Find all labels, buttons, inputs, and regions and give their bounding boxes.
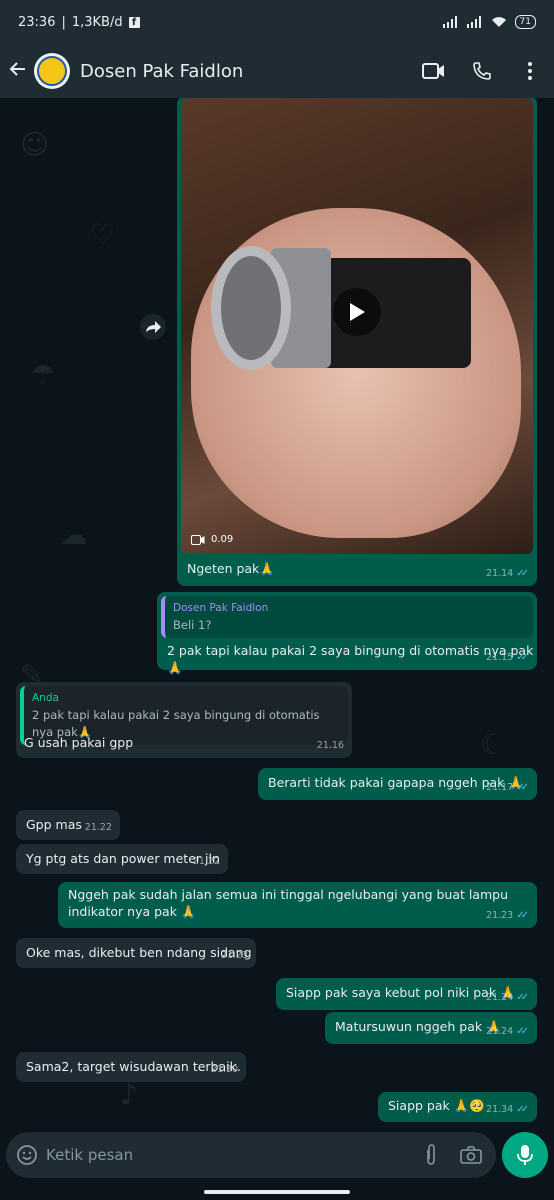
read-tick-icon: ✓✓: [516, 568, 529, 579]
forward-icon[interactable]: [140, 314, 166, 340]
message-time: 21.30: [210, 1064, 238, 1075]
facebook-icon: f: [128, 16, 140, 28]
message-input[interactable]: Ketik pesan: [6, 1132, 496, 1178]
message-time: 21.17: [486, 782, 514, 793]
message-text: Yg ptg ats dan power meter jln: [26, 851, 220, 866]
video-call-icon[interactable]: [410, 62, 458, 80]
message-time: 21.14: [486, 568, 514, 579]
message-bubble-outgoing[interactable]: Matursuwun nggeh pak 🙏 21.24 ✓✓: [325, 1012, 537, 1044]
mic-icon[interactable]: [502, 1132, 548, 1178]
signal-icon: [442, 16, 457, 28]
message-time: 21.22: [84, 822, 112, 833]
doodle-icon: ♡: [90, 218, 116, 251]
status-network-speed: 1,3KB/d: [71, 14, 123, 30]
home-indicator: [204, 1190, 350, 1194]
video-duration: 0.09: [211, 534, 234, 545]
message-bubble-incoming[interactable]: Sama2, target wisudawan terbaik. 21.30: [16, 1052, 246, 1082]
message-time: 21.22: [192, 856, 220, 867]
video-icon: [191, 534, 205, 545]
message-text: Nggeh pak sudah jalan semua ini tinggal …: [68, 887, 509, 919]
chat-area[interactable]: ☺ ♡ ☂ ☁ ✎ ☾ ✿ ♪ 0.09 Ngeten pak🙏 2: [0, 98, 554, 1132]
message-text: Matursuwun nggeh pak 🙏: [335, 1019, 502, 1034]
doodle-icon: ☾: [480, 728, 506, 761]
message-bubble-outgoing[interactable]: Siapp pak 🙏🥺 21.34 ✓✓: [378, 1092, 537, 1122]
message-bubble-outgoing[interactable]: Berarti tidak pakai gapapa nggeh pak 🙏 2…: [258, 768, 537, 800]
chat-header: Dosen Pak Faidlon: [0, 44, 554, 98]
message-bubble-outgoing[interactable]: Dosen Pak Faidlon Beli 1? 2 pak tapi kal…: [157, 592, 537, 675]
more-icon[interactable]: [506, 61, 554, 81]
status-time: 23:36: [18, 14, 56, 30]
quoted-sender: Dosen Pak Faidlon: [173, 602, 269, 614]
quoted-sender: Anda: [32, 692, 59, 704]
read-tick-icon: ✓✓: [516, 652, 529, 663]
message-time: 21.24: [486, 1026, 514, 1037]
play-icon[interactable]: [333, 288, 381, 336]
message-text: Siapp pak saya kebut pol niki pak 🙏: [286, 985, 516, 1000]
message-text: 2 pak tapi kalau pakai 2 saya bingung di…: [167, 643, 534, 675]
quoted-message[interactable]: Dosen Pak Faidlon Beli 1?: [161, 596, 533, 638]
avatar[interactable]: [34, 53, 70, 89]
message-text: Oke mas, dikebut ben ndang sidang: [26, 945, 252, 960]
message-text: G usah pakai gpp: [24, 735, 134, 750]
message-bubble-incoming[interactable]: Yg ptg ats dan power meter jln 21.22: [16, 844, 228, 874]
emoji-icon[interactable]: [16, 1144, 38, 1166]
message-time: 21.24: [486, 992, 514, 1003]
read-tick-icon: ✓✓: [516, 992, 529, 1003]
message-bubble-incoming[interactable]: Gpp mas 21.22: [16, 810, 120, 840]
status-bar: 23:36 | 1,3KB/d f 71: [0, 0, 554, 44]
contact-name[interactable]: Dosen Pak Faidlon: [80, 61, 410, 82]
doodle-icon: ☺: [20, 128, 50, 161]
message-bubble-incoming[interactable]: Anda 2 pak tapi kalau pakai 2 saya bingu…: [16, 682, 352, 758]
signal-icon-2: [466, 16, 481, 28]
wifi-icon: [491, 17, 506, 27]
video-message[interactable]: 0.09 Ngeten pak🙏 21.14 ✓✓: [177, 98, 537, 586]
message-bubble-outgoing[interactable]: Siapp pak saya kebut pol niki pak 🙏 21.2…: [276, 978, 537, 1010]
message-bubble-outgoing[interactable]: Nggeh pak sudah jalan semua ini tinggal …: [58, 882, 537, 928]
message-text: Gpp mas: [26, 817, 82, 832]
read-tick-icon: ✓✓: [516, 1026, 529, 1037]
doodle-icon: ☂: [30, 358, 56, 391]
quoted-text: Beli 1?: [173, 618, 212, 632]
message-time: 21.34: [486, 1104, 514, 1115]
phone-icon[interactable]: [458, 61, 506, 81]
doodle-icon: ☁: [60, 518, 88, 551]
back-arrow-icon[interactable]: [2, 57, 34, 85]
message-bubble-incoming[interactable]: Oke mas, dikebut ben ndang sidang 21.23: [16, 938, 256, 968]
message-input-placeholder[interactable]: Ketik pesan: [46, 1146, 424, 1164]
read-tick-icon: ✓✓: [516, 1104, 529, 1115]
message-text: Siapp pak 🙏🥺: [388, 1098, 485, 1113]
message-time: 21.23: [486, 910, 514, 921]
message-text: Ngeten pak🙏: [187, 561, 275, 576]
read-tick-icon: ✓✓: [516, 910, 529, 921]
message-time: 21.15: [486, 652, 514, 663]
message-time: 21.23: [220, 950, 248, 961]
message-text: Sama2, target wisudawan terbaik.: [26, 1059, 241, 1074]
camera-icon[interactable]: [460, 1146, 482, 1164]
read-tick-icon: ✓✓: [516, 782, 529, 793]
doodle-icon: ♪: [120, 1078, 138, 1111]
battery-indicator: 71: [514, 15, 536, 29]
message-time: 21.16: [316, 740, 344, 751]
video-thumbnail[interactable]: 0.09: [181, 98, 533, 554]
attach-icon[interactable]: [424, 1144, 438, 1166]
